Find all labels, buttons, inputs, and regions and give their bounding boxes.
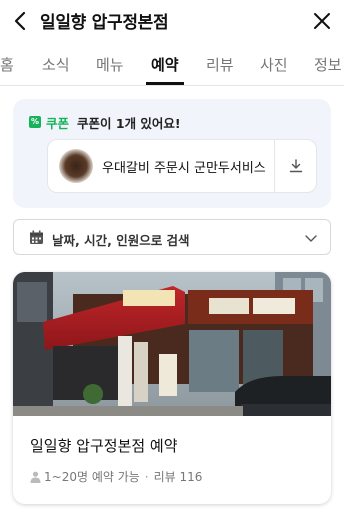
tab-menu[interactable]: 메뉴 — [96, 54, 124, 75]
reservation-title: 일일향 압구정본점 예약 — [30, 437, 178, 455]
search-label: 날짜, 시간, 인원으로 검색 — [52, 233, 190, 248]
coupon-download-button[interactable] — [275, 140, 317, 192]
chevron-down-icon — [305, 235, 317, 242]
tab-reservation[interactable]: 예약 — [151, 54, 179, 75]
download-icon — [289, 159, 303, 173]
close-icon — [314, 13, 330, 29]
chevron-left-icon — [14, 11, 26, 31]
person-icon — [30, 471, 41, 483]
tab-review[interactable]: 리뷰 — [206, 54, 234, 75]
coupon-count-text: 쿠폰이 1개 있어요! — [77, 115, 181, 131]
calendar-icon — [30, 230, 43, 244]
tab-photo[interactable]: 사진 — [260, 54, 288, 75]
coupon-tag: 쿠폰 — [46, 115, 70, 131]
close-button[interactable] — [310, 9, 334, 33]
tab-news[interactable]: 소식 — [42, 54, 70, 75]
separator: · — [144, 469, 149, 484]
reservation-card[interactable]: 일일향 압구정본점 예약 1~20명 예약 가능 · 리뷰 116 — [13, 272, 331, 504]
coupon-item-text: 우대갈비 주문시 군만두서비스 — [102, 161, 266, 176]
coupon-header: % 쿠폰 쿠폰이 1개 있어요! — [29, 113, 181, 131]
coupon-card[interactable]: 우대갈비 주문시 군만두서비스 — [47, 139, 317, 193]
tab-info[interactable]: 정보 — [314, 54, 342, 75]
tab-bar: 홈 소식 메뉴 예약 리뷰 사진 정보 — [0, 42, 344, 86]
store-photo — [13, 272, 331, 416]
review-count: 리뷰 116 — [153, 470, 203, 484]
coupon-section: % 쿠폰 쿠폰이 1개 있어요! 우대갈비 주문시 군만두서비스 — [13, 99, 331, 208]
active-tab-indicator — [146, 82, 184, 85]
back-button[interactable] — [8, 9, 32, 33]
capacity-text: 1~20명 예약 가능 — [44, 470, 140, 484]
coupon-thumbnail — [59, 149, 93, 183]
reservation-meta: 1~20명 예약 가능 · 리뷰 116 — [30, 468, 202, 485]
reservation-search-select[interactable]: 날짜, 시간, 인원으로 검색 — [13, 219, 331, 255]
page-title: 일일향 압구정본점 — [40, 13, 169, 33]
percent-icon: % — [29, 116, 41, 128]
top-bar: 일일향 압구정본점 — [0, 0, 344, 42]
tab-home[interactable]: 홈 — [0, 54, 14, 75]
